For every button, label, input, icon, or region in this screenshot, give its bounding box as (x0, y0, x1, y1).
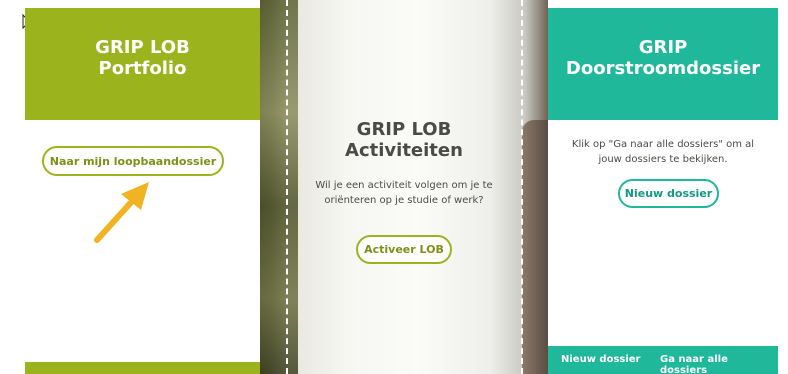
portfolio-card-header: GRIP LOB Portfolio (25, 8, 260, 120)
footer-nieuw-dossier-link[interactable]: Nieuw dossier (561, 354, 641, 365)
dashed-divider-left (286, 0, 288, 374)
activities-description: Wil je een activiteit volgen om je te or… (315, 180, 493, 206)
dossier-card-header: GRIP Doorstroomdossier (548, 8, 778, 120)
portfolio-title: GRIP LOB Portfolio (95, 37, 190, 79)
portfolio-card-footer (25, 362, 260, 374)
portfolio-card: GRIP LOB Portfolio Naar mijn loopbaandos… (25, 0, 260, 374)
dossier-card: GRIP Doorstroomdossier Klik op "Ga naar … (548, 0, 778, 374)
arrow-icon (94, 182, 149, 243)
dossier-title: GRIP Doorstroomdossier (565, 37, 761, 79)
activeer-lob-button[interactable]: Activeer LOB (356, 235, 452, 264)
dossier-description: Klik op "Ga naar alle dossiers" om al jo… (571, 139, 755, 165)
activities-title: GRIP LOB Activiteiten (345, 119, 463, 161)
plant-background-image (260, 0, 298, 374)
loopbaandossier-button[interactable]: Naar mijn loopbaandossier (42, 146, 224, 176)
activities-card: GRIP LOB Activiteiten Wil je een activit… (260, 0, 548, 374)
footer-alle-dossiers-link[interactable]: Ga naar alle dossiers (660, 354, 778, 374)
nieuw-dossier-button[interactable]: Nieuw dossier (618, 179, 719, 208)
dashed-divider-right (521, 0, 523, 374)
